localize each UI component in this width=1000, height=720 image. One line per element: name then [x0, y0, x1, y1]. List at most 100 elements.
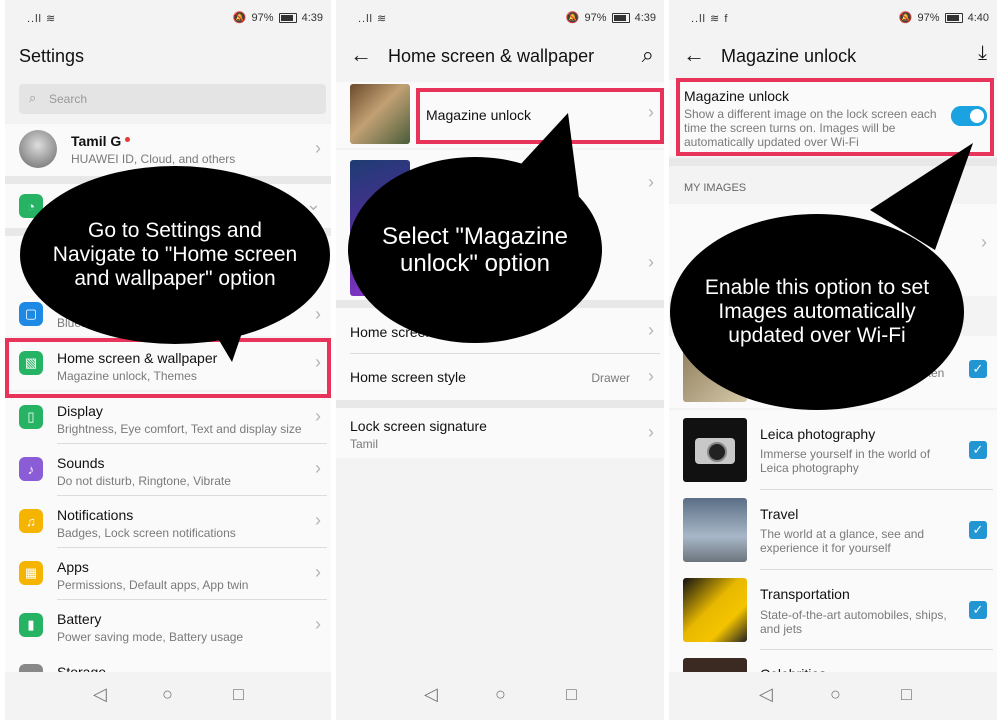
clock: 4:39 [634, 11, 656, 24]
chevron-right-icon: › [315, 614, 321, 634]
chevron-right-icon: › [648, 252, 654, 272]
item-desc: Immerse yourself in the world of Leica p… [760, 447, 931, 475]
chevron-right-icon: › [648, 422, 654, 442]
item-title: Travel [760, 506, 799, 522]
status-bar: ..ll ≋ f 🔕 97% 4:40 [669, 0, 997, 36]
category-item[interactable]: Travel The world at a glance, see and ex… [669, 490, 997, 570]
item-title: Display [57, 403, 103, 419]
item-title: Lock screen signature [350, 418, 487, 434]
item-desc: The world at a glance, see and experienc… [760, 527, 925, 555]
callout-step-2: Select "Magazine unlock" option [348, 157, 602, 343]
category-item[interactable]: Transportation State-of-the-art automobi… [669, 570, 997, 650]
item-sub: Power saving mode, Battery usage [57, 630, 244, 644]
checkbox-checked-icon[interactable]: ✓ [969, 360, 987, 378]
apps-icon: ▦ [19, 561, 43, 585]
search-input[interactable]: ⌕ Search [19, 84, 326, 114]
chevron-right-icon: › [648, 366, 654, 386]
notification-dot [125, 137, 130, 142]
checkbox-checked-icon[interactable]: ✓ [969, 521, 987, 539]
sidebar-item-display[interactable]: ▯ Display Brightness, Eye comfort, Text … [5, 392, 331, 444]
item-title: Transportation [760, 586, 850, 602]
chevron-right-icon: › [315, 510, 321, 530]
item-sub: Brightness, Eye comfort, Text and displa… [57, 422, 302, 436]
mute-icon: 🔕 [232, 12, 247, 24]
callout-step-3: Enable this option to set Images automat… [670, 214, 964, 410]
search-icon: ⌕ [29, 90, 37, 105]
back-nav-icon[interactable]: ◁ [759, 684, 773, 705]
status-bar: ..ll ≋ 🔕 97% 4:39 [336, 0, 664, 36]
leica-thumbnail [683, 418, 747, 482]
signal-icon: ..ll ≋ f [691, 13, 729, 25]
category-item[interactable]: Leica photography Immerse yourself in th… [669, 410, 997, 490]
status-bar: ..ll ≋ 🔕 97% 4:39 [5, 0, 331, 36]
home-nav-icon[interactable]: ○ [830, 684, 841, 705]
battery-percent: 97% [917, 11, 940, 24]
clock: 4:40 [967, 11, 989, 24]
toggle-title: Magazine unlock [684, 88, 790, 104]
toggle-desc: Show a different image on the lock scree… [684, 107, 937, 149]
chevron-right-icon: › [315, 304, 321, 324]
travel-thumbnail [683, 498, 747, 562]
highlight-box [5, 338, 331, 398]
highlight-box: Magazine unlock [416, 88, 664, 144]
list-item-home-style[interactable]: Home screen style Drawer › [336, 354, 664, 400]
chevron-right-icon: › [315, 138, 321, 158]
checkbox-checked-icon[interactable]: ✓ [969, 601, 987, 619]
battery-percent: 97% [584, 11, 607, 24]
item-desc: State-of-the-art automobiles, ships, and… [760, 608, 947, 636]
avatar [19, 130, 57, 168]
highlight-box: Magazine unlock Show a different image o… [676, 78, 994, 156]
device-connection-icon: ▢ [19, 302, 43, 326]
battery-icon: ▮ [19, 613, 43, 637]
back-arrow-icon[interactable]: ← [350, 42, 372, 68]
back-arrow-icon[interactable]: ← [683, 42, 705, 68]
magazine-thumbnail [350, 84, 410, 144]
sidebar-item-notifications[interactable]: ♫ Notifications Badges, Lock screen noti… [5, 496, 331, 548]
battery-icon [944, 12, 963, 23]
sound-icon: ♪ [19, 457, 43, 481]
back-nav-icon[interactable]: ◁ [93, 684, 107, 705]
sidebar-item-battery[interactable]: ▮ Battery Power saving mode, Battery usa… [5, 600, 331, 652]
callout-step-1: Go to Settings and Navigate to "Home scr… [20, 166, 330, 344]
section-my-images: MY IMAGES [684, 182, 747, 194]
chevron-right-icon: › [981, 232, 987, 252]
settings-screen: ..ll ≋ 🔕 97% 4:39 Settings ⌕ Search Tami… [5, 0, 331, 720]
item-title: Apps [57, 559, 89, 575]
recent-nav-icon[interactable]: □ [901, 684, 912, 705]
item-title: Battery [57, 611, 102, 627]
page-title: Settings [19, 46, 85, 66]
recent-nav-icon[interactable]: □ [566, 684, 577, 705]
sidebar-item-apps[interactable]: ▦ Apps Permissions, Default apps, App tw… [5, 548, 331, 600]
magazine-unlock-label[interactable]: Magazine unlock [426, 107, 531, 123]
home-wallpaper-screen: ..ll ≋ 🔕 97% 4:39 ← Home screen & wallpa… [336, 0, 664, 720]
item-title: Leica photography [760, 426, 876, 442]
signal-icon: ..ll ≋ [358, 13, 388, 25]
magazine-unlock-toggle-switch[interactable] [951, 106, 987, 126]
item-sub: Permissions, Default apps, App twin [57, 578, 249, 592]
signal-icon: ..ll ≋ [27, 13, 57, 25]
checkbox-checked-icon[interactable]: ✓ [969, 441, 987, 459]
bell-icon: ♫ [19, 509, 43, 533]
sidebar-item-sounds[interactable]: ♪ Sounds Do not disturb, Ringtone, Vibra… [5, 444, 331, 496]
profile-sub: HUAWEI ID, Cloud, and others [71, 152, 236, 166]
back-nav-icon[interactable]: ◁ [424, 684, 438, 705]
search-placeholder: Search [49, 92, 88, 106]
chevron-right-icon: › [648, 320, 654, 340]
home-nav-icon[interactable]: ○ [495, 684, 506, 705]
nav-bar: ◁ ○ □ [669, 672, 997, 720]
mute-icon: 🔕 [565, 12, 580, 24]
clock: 4:39 [301, 11, 323, 24]
chevron-right-icon: › [315, 458, 321, 478]
transportation-thumbnail [683, 578, 747, 642]
page-title: Home screen & wallpaper [388, 46, 595, 66]
profile-name: Tamil G [71, 133, 122, 149]
list-item-lock-signature[interactable]: Lock screen signature Tamil › [336, 408, 664, 458]
download-icon[interactable]: ⤓ [978, 42, 987, 65]
chevron-right-icon: › [315, 406, 321, 426]
home-nav-icon[interactable]: ○ [162, 684, 173, 705]
battery-icon [611, 12, 630, 23]
recent-nav-icon[interactable]: □ [233, 684, 244, 705]
page-title: Magazine unlock [721, 46, 857, 66]
item-value: Drawer [591, 371, 630, 385]
search-icon[interactable]: ⌕ [642, 42, 654, 68]
